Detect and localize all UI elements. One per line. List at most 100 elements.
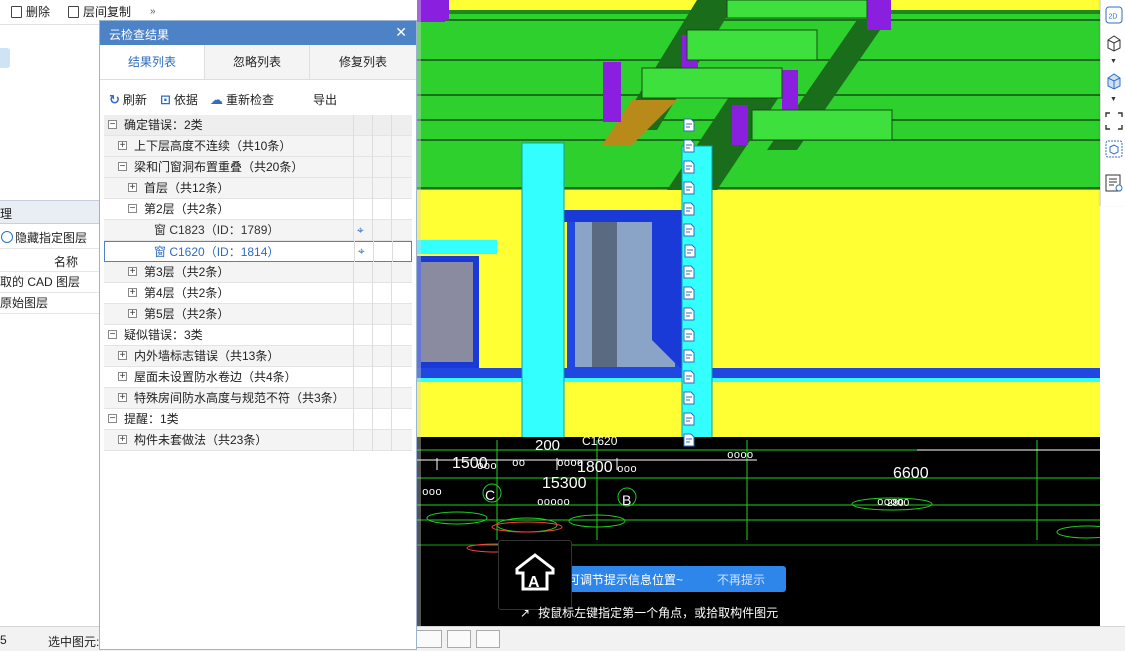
solid-cube-icon xyxy=(1107,73,1121,90)
hide-layer-label: 隐藏指定图层 xyxy=(15,231,88,245)
component-panel: 理 隐藏指定图层 名称 取的 CAD 图层 原始图层 xyxy=(0,0,101,650)
tree-row[interactable]: + 构件未套做法（共23条） xyxy=(104,430,695,451)
collapse-icon[interactable]: − xyxy=(108,330,117,340)
collapse-icon[interactable]: − xyxy=(118,162,127,172)
expand-icon[interactable]: + xyxy=(118,351,127,361)
tree-row[interactable]: + 第4层（共2条） xyxy=(104,283,695,304)
dialog-title-bar[interactable]: 云检查结果 ✕ xyxy=(100,21,416,45)
arc-tool-button[interactable] xyxy=(476,630,500,648)
expand-icon[interactable]: + xyxy=(118,372,127,382)
view-toolbar: 2D ▼ ▼ xyxy=(1100,0,1125,206)
report-icon xyxy=(683,286,695,300)
close-icon[interactable]: ✕ xyxy=(395,24,407,41)
property-view-button[interactable] xyxy=(1105,174,1123,192)
tree-row-label: 内外墙标志错误（共13条） xyxy=(134,349,280,363)
svg-text:ooo: ooo xyxy=(617,464,637,476)
tab-fix-list[interactable]: 修复列表 xyxy=(310,45,416,79)
tree-row[interactable]: − 第2层（共2条） xyxy=(104,199,695,220)
isolate-view-button[interactable] xyxy=(1105,140,1123,158)
dont-show-again-button[interactable]: 不再提示 xyxy=(717,571,765,588)
tree-row[interactable]: − 疑似错误：3类 xyxy=(104,325,695,346)
hide-layer-button[interactable]: 隐藏指定图层 xyxy=(0,228,100,249)
dialog-title: 云检查结果 xyxy=(109,28,170,42)
expand-icon[interactable]: + xyxy=(128,267,137,277)
collapse-icon[interactable]: − xyxy=(128,204,137,214)
trash-icon xyxy=(11,6,22,18)
layer-row-label: 取的 CAD 图层 xyxy=(0,275,81,289)
view-2d-label: 2D xyxy=(1109,14,1118,21)
dim-label: 1500 xyxy=(452,455,488,472)
report-icon xyxy=(683,139,695,153)
report-icon xyxy=(683,307,695,321)
tab-ignore-list[interactable]: 忽略列表 xyxy=(205,45,310,79)
locate-icon[interactable]: ⌖ xyxy=(358,245,370,257)
expand-icon[interactable]: + xyxy=(118,435,127,445)
toolbar-more-button[interactable]: » xyxy=(150,6,156,17)
tree-row[interactable]: + 屋面未设置防水卷边（共4条） xyxy=(104,367,695,388)
export-button[interactable]: 导出 xyxy=(313,91,337,109)
tree-row-label: 确定错误：2类 xyxy=(124,118,203,132)
tree-row[interactable]: − 提醒：1类 xyxy=(104,409,695,430)
fit-view-button[interactable] xyxy=(1105,112,1123,130)
eye-icon xyxy=(1,231,13,243)
cube-icon xyxy=(1107,35,1121,52)
tree-row[interactable]: + 首层（共12条） xyxy=(104,178,695,199)
expand-icon[interactable]: + xyxy=(118,393,127,403)
tree-row-label: 第3层（共2条） xyxy=(144,265,230,279)
tree-row[interactable]: + 内外墙标志错误（共13条） xyxy=(104,346,695,367)
dim-label: 6600 xyxy=(893,465,929,482)
tree-leaf-row-selected[interactable]: 窗 C1620（ID：1814） ⌖ xyxy=(104,241,696,262)
result-tabs: 结果列表 忽略列表 修复列表 xyxy=(100,45,416,80)
logo-letter: A xyxy=(528,574,540,591)
expand-icon[interactable]: + xyxy=(128,183,137,193)
tree-row-label: 第5层（共2条） xyxy=(144,307,230,321)
recheck-button[interactable]: ☁ 重新检查 xyxy=(210,91,274,109)
dim-label: 200 xyxy=(535,437,560,454)
delete-button[interactable]: 删除 xyxy=(11,4,50,20)
tree-row[interactable]: + 特殊房间防水高度与规范不符（共3条） xyxy=(104,388,695,409)
view-solid-button[interactable] xyxy=(1105,72,1123,90)
dim-small-label: 2800 xyxy=(887,498,910,509)
tree-leaf-row[interactable]: 窗 C1823（ID：1789） ⌖ xyxy=(104,220,695,241)
box-select-icon xyxy=(1105,140,1123,158)
basis-button[interactable]: ⊡ 依据 xyxy=(160,91,198,109)
locate-icon[interactable]: ⌖ xyxy=(357,224,369,236)
floor-copy-button[interactable]: 层间复制 xyxy=(68,4,131,20)
report-icon xyxy=(683,223,695,237)
chevron-down-icon[interactable]: ▼ xyxy=(1110,96,1117,103)
layer-row-original[interactable]: 原始图层 xyxy=(0,293,100,314)
chevron-down-icon[interactable]: ▼ xyxy=(1110,58,1117,65)
print-button[interactable] xyxy=(447,630,471,648)
tree-row[interactable]: + 上下层高度不连续（共10条） xyxy=(104,136,695,157)
dialog-actions: ↻ 刷新 ⊡ 依据 ☁ 重新检查 导出 xyxy=(100,87,416,111)
tree-row[interactable]: − 梁和门窗洞布置重叠（共20条） xyxy=(104,157,695,178)
fullscreen-icon xyxy=(1105,112,1123,130)
tree-row-label: 第4层（共2条） xyxy=(144,286,230,300)
report-icon xyxy=(683,181,695,195)
layer-row-label: 原始图层 xyxy=(0,296,49,310)
report-icon xyxy=(683,391,695,405)
view-2d-button[interactable]: 2D xyxy=(1105,6,1123,24)
tree-row[interactable]: − 确定错误：2类 xyxy=(104,115,695,136)
view-3d-button[interactable] xyxy=(1105,34,1123,52)
report-icon xyxy=(683,349,695,363)
tree-row[interactable]: + 第3层（共2条） xyxy=(104,262,695,283)
tab-result-list[interactable]: 结果列表 xyxy=(100,45,205,79)
refresh-button[interactable]: ↻ 刷新 xyxy=(109,91,147,109)
list-eye-icon xyxy=(1105,174,1123,192)
report-icon xyxy=(683,265,695,279)
expand-icon[interactable]: + xyxy=(118,141,127,151)
export-label: 导出 xyxy=(313,93,338,107)
layer-row-cad[interactable]: 取的 CAD 图层 xyxy=(0,272,100,293)
selected-elements-label: 选中图元: xyxy=(48,635,100,649)
recheck-label: 重新检查 xyxy=(226,93,275,107)
assistant-logo[interactable]: A xyxy=(498,540,572,610)
3d-viewport[interactable]: ooo oo oooo ooo ooooo oooo oooo ooo 200 1500 … xyxy=(417,0,1100,626)
collapse-icon[interactable]: − xyxy=(108,120,117,130)
tree-row-label: 构件未套做法（共23条） xyxy=(134,433,268,447)
expand-icon[interactable]: + xyxy=(128,288,137,298)
expand-icon[interactable]: + xyxy=(128,309,137,319)
collapse-icon[interactable]: − xyxy=(108,414,117,424)
tree-row[interactable]: + 第5层（共2条） xyxy=(104,304,695,325)
layer-tab[interactable]: 理 xyxy=(0,200,100,224)
